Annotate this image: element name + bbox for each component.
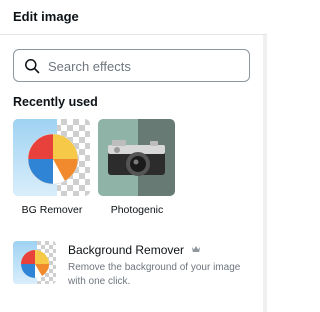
search-input[interactable] (48, 56, 243, 76)
effect-thumbnail (13, 241, 56, 284)
bg-remover-label: BG Remover (21, 204, 83, 216)
panel-title: Edit image (13, 9, 79, 24)
beach-ball-transparent-thumbnail-icon (13, 241, 56, 284)
edit-image-panel: Edit image Recently used (0, 0, 267, 312)
panel-header: Edit image (0, 0, 267, 35)
recently-used-heading: Recently used (13, 95, 98, 109)
crown-icon (192, 246, 200, 252)
effect-description: Remove the background of your image with… (68, 262, 241, 287)
scrollbar-track[interactable] (263, 35, 267, 312)
search-icon (25, 59, 40, 74)
bg-remover-tile[interactable] (13, 119, 90, 196)
photogenic-tile[interactable] (98, 119, 175, 196)
effect-title: Background Remover (68, 243, 185, 257)
search-box[interactable] (13, 49, 250, 82)
beach-ball-transparent-thumbnail-icon (13, 119, 90, 196)
photogenic-label: Photogenic (110, 204, 164, 216)
effect-background-remover[interactable]: Background Remover Remove the background… (10, 236, 257, 294)
camera-photo-thumbnail-icon (98, 119, 175, 196)
